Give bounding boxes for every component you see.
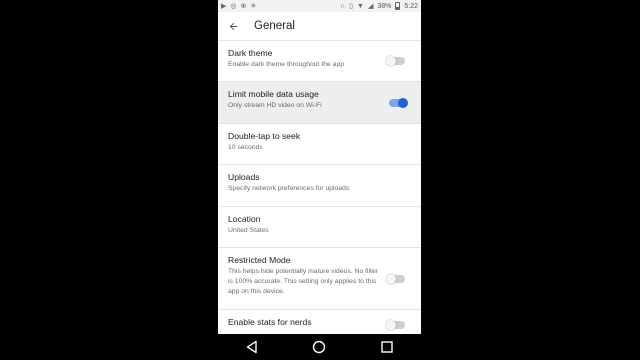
nav-back-button[interactable]: [242, 337, 262, 357]
stats-for-nerds-toggle[interactable]: [386, 320, 405, 330]
setting-subtitle: Specify network preferences for uploads: [228, 185, 350, 192]
setting-limit-mobile-data[interactable]: Limit mobile data usage Only stream HD v…: [218, 82, 421, 124]
limit-mobile-data-toggle[interactable]: [389, 97, 408, 108]
setting-title: Restricted Mode: [228, 255, 291, 265]
headphones-icon: ∩: [340, 2, 346, 10]
setting-subtitle: 10 seconds: [228, 144, 263, 151]
download-icon: ⊕: [240, 2, 247, 10]
toggle-knob: [398, 97, 408, 108]
circle-home-icon: [313, 340, 326, 354]
toggle-knob: [386, 56, 396, 66]
setting-title: Uploads: [228, 172, 260, 182]
page-title: General: [254, 20, 295, 32]
setting-title: Double-tap to seek: [228, 131, 301, 141]
setting-double-tap-to-seek[interactable]: Double-tap to seek 10 seconds: [218, 124, 421, 165]
settings-icon: ◎: [230, 2, 237, 10]
battery-icon: [395, 2, 401, 10]
setting-subtitle: This helps hide potentially mature video…: [228, 268, 378, 295]
triangle-back-icon: [246, 340, 257, 354]
setting-subtitle: Enable dark theme throughout the app: [228, 61, 345, 68]
play-icon: ▶: [221, 2, 227, 10]
clock: 5:22: [404, 2, 418, 10]
setting-subtitle: United States: [228, 227, 269, 234]
settings-list: Dark theme Enable dark theme throughout …: [218, 41, 421, 340]
brightness-icon: ✳: [250, 2, 257, 10]
toggle-knob: [386, 320, 396, 330]
back-button[interactable]: [218, 12, 248, 41]
setting-subtitle: Only stream HD video on Wi-Fi: [228, 102, 322, 109]
setting-restricted-mode[interactable]: Restricted Mode This helps hide potentia…: [218, 248, 421, 310]
signal-icon: ◢: [367, 2, 374, 10]
setting-uploads[interactable]: Uploads Specify network preferences for …: [218, 165, 421, 207]
phone-screen: ▶ ◎ ⊕ ✳ ∩ ▯ ▼ ◢ 38% 5:22 General Dark th…: [218, 0, 421, 360]
setting-title: Enable stats for nerds: [228, 317, 312, 327]
vibrate-icon: ▯: [349, 2, 354, 10]
setting-location[interactable]: Location United States: [218, 207, 421, 248]
restricted-mode-toggle[interactable]: [386, 273, 405, 284]
battery-text: 38%: [377, 2, 392, 10]
wifi-icon: ▼: [357, 2, 364, 10]
setting-title: Dark theme: [228, 48, 273, 58]
setting-title: Location: [228, 214, 261, 224]
nav-recents-button[interactable]: [377, 337, 397, 357]
toggle-knob: [386, 273, 396, 284]
status-right: ∩ ▯ ▼ ◢ 38% 5:22: [340, 2, 418, 10]
nav-home-button[interactable]: [309, 337, 329, 357]
app-bar: General: [218, 12, 421, 41]
status-bar: ▶ ◎ ⊕ ✳ ∩ ▯ ▼ ◢ 38% 5:22: [218, 0, 421, 12]
setting-dark-theme[interactable]: Dark theme Enable dark theme throughout …: [218, 41, 421, 82]
dark-theme-toggle[interactable]: [386, 56, 405, 66]
back-arrow-icon: [229, 22, 237, 30]
android-nav-bar: [218, 334, 421, 360]
status-left: ▶ ◎ ⊕ ✳: [221, 3, 256, 10]
square-recents-icon: [381, 341, 393, 353]
setting-title: Limit mobile data usage: [228, 89, 319, 99]
